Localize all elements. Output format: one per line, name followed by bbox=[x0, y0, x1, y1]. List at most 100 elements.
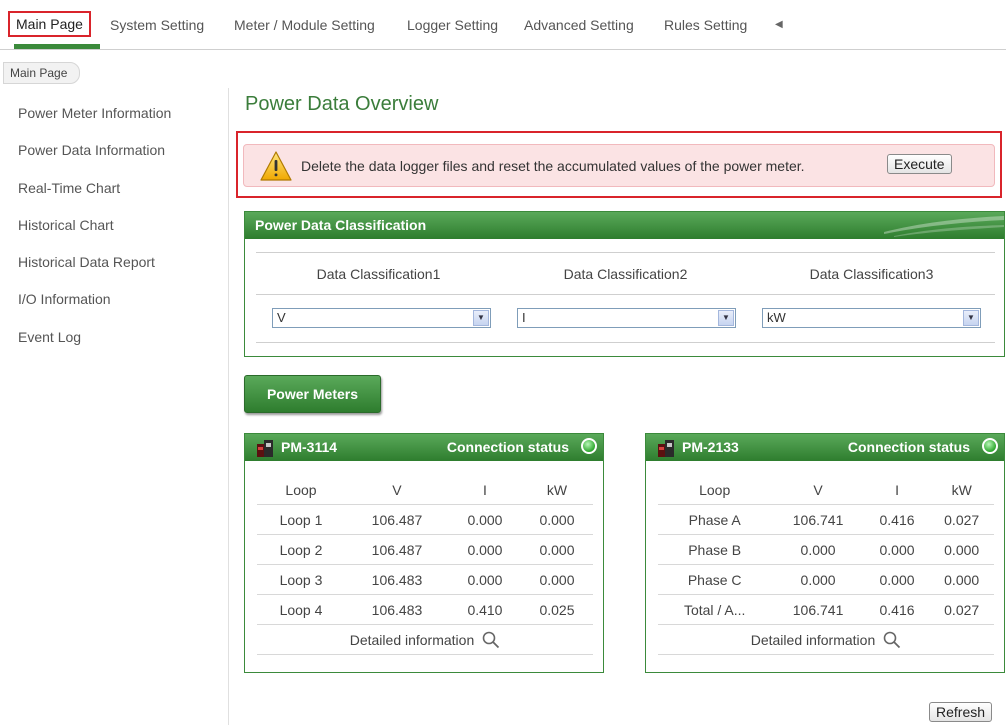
table-row: Phase B 0.000 0.000 0.000 bbox=[658, 534, 994, 565]
table-cell: 0.000 bbox=[771, 534, 865, 565]
detail-row: Detailed information bbox=[658, 624, 994, 655]
sidebar-item-io-information[interactable]: I/O Information bbox=[18, 290, 171, 327]
connection-status-indicator-icon bbox=[581, 438, 597, 454]
sidebar-divider bbox=[228, 88, 229, 725]
table-row: Phase C 0.000 0.000 0.000 bbox=[658, 564, 994, 595]
table-cell: 0.000 bbox=[520, 504, 593, 535]
warning-icon bbox=[260, 151, 292, 181]
table-cell: 0.000 bbox=[864, 534, 930, 565]
sidebar-item-real-time-chart[interactable]: Real-Time Chart bbox=[18, 179, 171, 216]
table-cell: Loop 3 bbox=[257, 564, 345, 595]
table-cell: Total / A... bbox=[658, 594, 772, 625]
tab-logger-setting[interactable]: Logger Setting bbox=[407, 17, 498, 33]
table-cell: 0.025 bbox=[520, 594, 593, 625]
table-cell: 0.000 bbox=[929, 534, 994, 565]
tab-meter-module-setting[interactable]: Meter / Module Setting bbox=[234, 17, 375, 33]
magnifier-icon[interactable] bbox=[482, 631, 500, 649]
classification-select-2[interactable]: I ▼ bbox=[517, 308, 736, 328]
table-cell: 106.487 bbox=[344, 534, 449, 565]
triangle-left-icon[interactable]: ◀ bbox=[775, 19, 783, 30]
table-row: Loop 2 106.487 0.000 0.000 bbox=[257, 534, 593, 565]
tab-main-page[interactable]: Main Page bbox=[8, 11, 91, 37]
power-data-classification-panel: Power Data Classification Data Classific… bbox=[244, 211, 1005, 357]
meter-data-table: Loop V I kW Loop 1 106.487 0.000 0.000 L… bbox=[257, 475, 593, 655]
table-row: Loop 3 106.483 0.000 0.000 bbox=[257, 564, 593, 595]
table-cell: 0.416 bbox=[864, 504, 930, 535]
table-cell: 0.027 bbox=[929, 594, 994, 625]
table-cell: 106.741 bbox=[771, 504, 865, 535]
power-meters-button[interactable]: Power Meters bbox=[244, 375, 381, 413]
table-cell: 0.000 bbox=[448, 504, 521, 535]
column-header: Loop bbox=[658, 475, 772, 505]
classification-bottom-line bbox=[256, 342, 995, 343]
column-header: kW bbox=[929, 475, 994, 505]
meter-header: PM-3114 Connection status bbox=[245, 434, 603, 461]
table-cell: 106.483 bbox=[344, 594, 449, 625]
sidebar-item-historical-data-report[interactable]: Historical Data Report bbox=[18, 253, 171, 290]
breadcrumb[interactable]: Main Page bbox=[3, 62, 81, 84]
classification-label-3: Data Classification3 bbox=[809, 266, 934, 282]
sidebar-item-historical-chart[interactable]: Historical Chart bbox=[18, 216, 171, 253]
top-nav: Main Page System Setting Meter / Module … bbox=[0, 0, 1006, 50]
table-header-row: Loop V I kW bbox=[658, 475, 994, 505]
tab-rules-setting[interactable]: Rules Setting bbox=[664, 17, 747, 33]
meter-panel-pm-2133: PM-2133 Connection status Loop V I kW Ph… bbox=[645, 433, 1005, 673]
table-cell: 106.487 bbox=[344, 504, 449, 535]
classification-select-1[interactable]: V ▼ bbox=[272, 308, 491, 328]
table-cell: Phase B bbox=[658, 534, 772, 565]
power-meter-device-icon bbox=[658, 440, 674, 457]
table-cell: 0.000 bbox=[520, 564, 593, 595]
page-title: Power Data Overview bbox=[245, 93, 439, 115]
table-header-row: Loop V I kW bbox=[257, 475, 593, 505]
classification-title: Power Data Classification bbox=[255, 217, 427, 233]
chevron-down-icon[interactable]: ▼ bbox=[718, 310, 734, 326]
power-meter-device-icon bbox=[257, 440, 273, 457]
execute-button[interactable]: Execute bbox=[887, 154, 952, 174]
classification-select-2-value: I bbox=[522, 310, 526, 325]
chevron-down-icon[interactable]: ▼ bbox=[963, 310, 979, 326]
header-swoosh-decoration bbox=[884, 216, 1004, 237]
table-cell: 0.416 bbox=[864, 594, 930, 625]
refresh-button[interactable]: Refresh bbox=[929, 702, 993, 722]
classification-top-line bbox=[256, 252, 995, 253]
connection-status-label: Connection status bbox=[446, 439, 569, 455]
detailed-information-link[interactable]: Detailed information bbox=[350, 631, 501, 649]
magnifier-icon[interactable] bbox=[883, 631, 901, 649]
detail-cell: Detailed information bbox=[257, 624, 593, 655]
column-header: Loop bbox=[257, 475, 345, 505]
meter-name: PM-3114 bbox=[281, 439, 338, 455]
nav-divider bbox=[0, 49, 1006, 50]
table-cell: Loop 1 bbox=[257, 504, 345, 535]
detail-cell: Detailed information bbox=[658, 624, 994, 655]
detailed-information-label: Detailed information bbox=[349, 631, 475, 648]
classification-select-3-value: kW bbox=[767, 310, 786, 325]
column-header: I bbox=[864, 475, 930, 505]
connection-status-label: Connection status bbox=[847, 439, 970, 455]
chevron-down-icon[interactable]: ▼ bbox=[473, 310, 489, 326]
table-cell: 0.000 bbox=[864, 564, 930, 595]
table-cell: 106.741 bbox=[771, 594, 865, 625]
sidebar: Power Meter Information Power Data Infor… bbox=[18, 104, 171, 365]
classification-label-2: Data Classification2 bbox=[563, 266, 688, 282]
table-cell: 0.410 bbox=[448, 594, 521, 625]
meter-data-table: Loop V I kW Phase A 106.741 0.416 0.027 … bbox=[658, 475, 994, 655]
sidebar-item-power-data-information[interactable]: Power Data Information bbox=[18, 141, 171, 178]
warning-box: Delete the data logger files and reset t… bbox=[243, 144, 995, 187]
detailed-information-label: Detailed information bbox=[750, 631, 876, 648]
connection-status-indicator-icon bbox=[982, 438, 998, 454]
tab-advanced-setting[interactable]: Advanced Setting bbox=[524, 17, 634, 33]
tab-system-setting[interactable]: System Setting bbox=[110, 17, 204, 33]
table-cell: 0.000 bbox=[520, 534, 593, 565]
detailed-information-link[interactable]: Detailed information bbox=[751, 631, 902, 649]
column-header: I bbox=[448, 475, 521, 505]
table-cell: Loop 2 bbox=[257, 534, 345, 565]
meter-header: PM-2133 Connection status bbox=[646, 434, 1004, 461]
meter-panel-pm-3114: PM-3114 Connection status Loop V I kW Lo… bbox=[244, 433, 604, 673]
warning-message: Delete the data logger files and reset t… bbox=[301, 158, 805, 174]
table-cell: 106.483 bbox=[344, 564, 449, 595]
classification-select-3[interactable]: kW ▼ bbox=[762, 308, 981, 328]
sidebar-item-power-meter-information[interactable]: Power Meter Information bbox=[18, 104, 171, 141]
sidebar-item-event-log[interactable]: Event Log bbox=[18, 328, 171, 365]
table-cell: 0.000 bbox=[448, 534, 521, 565]
classification-header: Power Data Classification bbox=[245, 212, 1004, 239]
